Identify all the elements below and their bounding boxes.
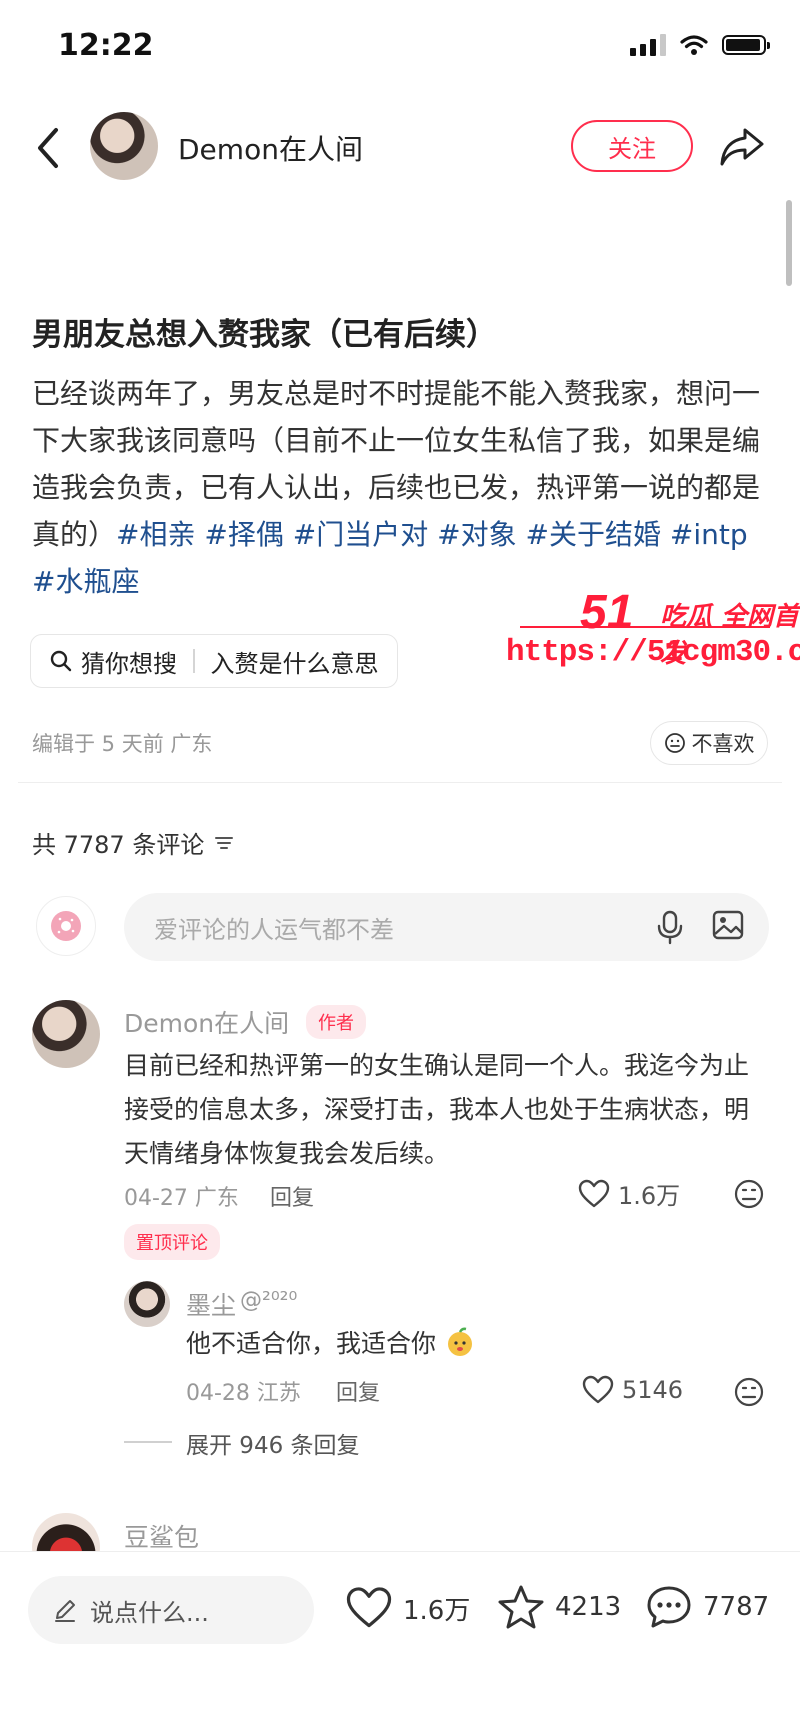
donut-icon <box>51 911 81 941</box>
sort-icon <box>215 836 234 849</box>
comment-date-location: 04-27 广东 <box>124 1186 239 1211</box>
commenter-name[interactable]: 豆鲨包 <box>124 1518 199 1554</box>
battery-icon <box>722 35 770 55</box>
commenter-name[interactable]: Demon在人间 <box>124 1004 289 1040</box>
status-icons <box>630 34 770 56</box>
heart-icon <box>582 1375 614 1404</box>
say-something-input[interactable]: 说点什么... <box>28 1576 314 1644</box>
comment-text: 他不适合你，我适合你 <box>186 1322 476 1366</box>
author-avatar[interactable] <box>90 112 158 180</box>
divider <box>18 782 782 783</box>
post-title: 男朋友总想入赘我家（已有后续） <box>32 317 497 353</box>
star-icon <box>498 1585 544 1629</box>
comment-count-text: 共 7787 条评论 <box>32 831 205 859</box>
suggest-query: 入赘是什么意思 <box>210 649 379 678</box>
comment-like-count: 5146 <box>622 1376 684 1404</box>
microphone-icon[interactable] <box>655 909 685 945</box>
pencil-icon <box>55 1600 75 1622</box>
tag-link[interactable]: #择偶 <box>204 518 283 551</box>
edited-info: 编辑于 5 天前 广东 <box>32 732 213 756</box>
comment-button[interactable]: 7787 <box>645 1584 769 1630</box>
commenter-avatar[interactable] <box>32 1000 100 1068</box>
search-suggestion[interactable]: 猜你想搜 入赘是什么意思 <box>30 634 398 688</box>
follow-button[interactable]: 关注 <box>571 120 693 172</box>
comment-count[interactable]: 共 7787 条评论 <box>32 825 234 860</box>
tag-link[interactable]: #intp <box>670 518 748 551</box>
watermark-url: https://51cgm30.com <box>506 635 800 670</box>
commenter-handle: @²⁰²⁰ <box>240 1288 298 1313</box>
tag-link[interactable]: #关于结婚 <box>526 518 661 551</box>
meh-face-icon[interactable] <box>733 1178 765 1210</box>
tag-link[interactable]: #水瓶座 <box>32 565 139 598</box>
comment-text: 目前已经和热评第一的女生确认是同一个人。我迄今为止接受的信息太多，深受打击，我本… <box>124 1051 750 1168</box>
favorite-count: 4213 <box>555 1592 622 1622</box>
comment-text-body: 他不适合你，我适合你 <box>186 1329 437 1358</box>
meh-face-icon[interactable] <box>733 1376 765 1408</box>
commenter-name[interactable]: 墨尘 <box>186 1286 236 1322</box>
heart-icon <box>578 1179 610 1207</box>
scrollbar[interactable] <box>786 200 792 286</box>
comment-placeholder: 爱评论的人运气都不差 <box>154 915 394 944</box>
divider <box>193 649 195 673</box>
back-arrow-icon[interactable] <box>28 118 68 178</box>
status-time: 12:22 <box>58 28 154 63</box>
wifi-icon <box>680 35 708 55</box>
favorite-button[interactable]: 4213 <box>497 1584 621 1630</box>
chat-bubble-icon <box>647 1586 691 1628</box>
reply-button[interactable]: 回复 <box>336 1375 380 1407</box>
cellular-signal-icon <box>630 34 666 56</box>
like-button[interactable]: 1.6万 <box>345 1586 470 1630</box>
post-body: 已经谈两年了，男友总是时不时提能不能入赘我家，想问一下大家我该同意吗（目前不止一… <box>32 370 768 605</box>
watermark-line <box>520 626 770 628</box>
author-name[interactable]: Demon在人间 <box>178 128 363 168</box>
comment-total: 7787 <box>703 1592 770 1622</box>
tag-link[interactable]: #门当户对 <box>293 518 428 551</box>
expand-divider <box>124 1441 172 1443</box>
suggest-prefix: 猜你想搜 <box>81 649 177 678</box>
comment-date-location: 04-28 江苏 <box>186 1381 301 1406</box>
tag-link[interactable]: #对象 <box>437 518 516 551</box>
dislike-label: 不喜欢 <box>691 732 755 756</box>
meh-face-icon <box>664 733 685 753</box>
pinned-badge: 置顶评论 <box>124 1224 220 1260</box>
my-avatar[interactable] <box>36 896 96 956</box>
divider <box>0 1551 800 1552</box>
comment-like-count: 1.6万 <box>618 1182 681 1210</box>
comment-like-button[interactable]: 5146 <box>582 1375 683 1405</box>
search-icon <box>50 650 72 672</box>
dislike-button[interactable]: 不喜欢 <box>650 721 768 765</box>
comment-like-button[interactable]: 1.6万 <box>578 1176 680 1211</box>
heart-icon <box>346 1587 392 1628</box>
watermark-number: 51 <box>580 586 634 639</box>
image-icon[interactable] <box>711 909 745 941</box>
comment-input[interactable]: 爱评论的人运气都不差 <box>124 893 769 961</box>
share-icon[interactable] <box>718 122 766 170</box>
expand-replies-button[interactable]: 展开 946 条回复 <box>186 1426 360 1460</box>
commenter-avatar[interactable] <box>124 1281 170 1327</box>
emoji-icon <box>447 1327 472 1356</box>
like-count: 1.6万 <box>403 1595 471 1626</box>
say-placeholder: 说点什么... <box>90 1598 209 1627</box>
tag-link[interactable]: #相亲 <box>116 518 195 551</box>
reply-button[interactable]: 回复 <box>270 1180 314 1212</box>
author-badge: 作者 <box>306 1005 366 1039</box>
